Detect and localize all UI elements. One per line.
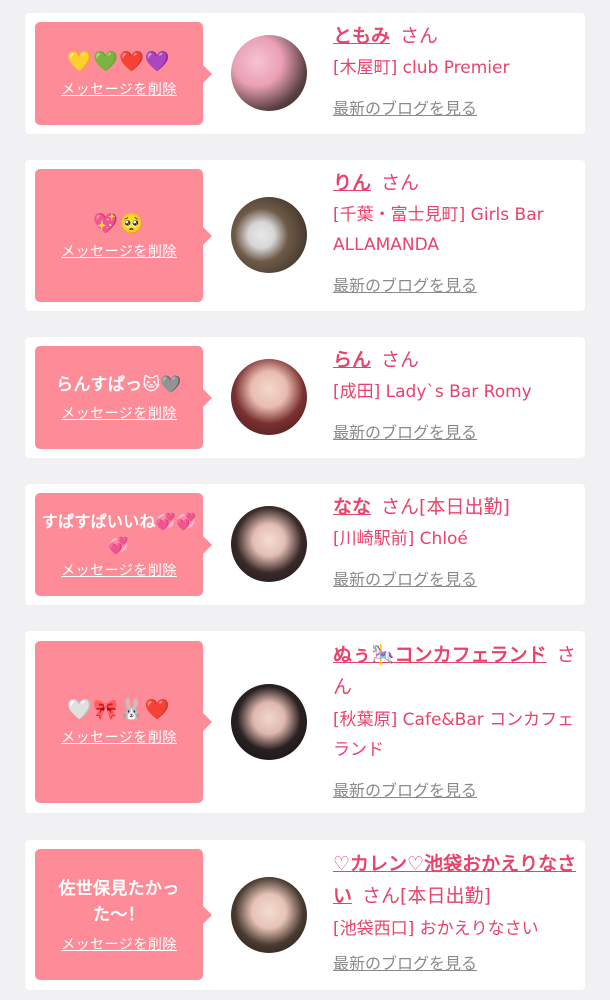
shop-name: [成田] Lady`s Bar Romy — [333, 382, 532, 402]
avatar[interactable] — [231, 684, 307, 760]
card-info: りん さん [千葉・富士見町] Girls Bar ALLAMANDA 最新のブロ… — [333, 168, 578, 296]
honorific: さん — [362, 885, 401, 907]
message-text: 💛💚❤️💜 — [67, 48, 171, 73]
name-line: なな さん[本日出勤] — [333, 492, 578, 522]
honorific: さん — [381, 172, 420, 194]
shop-name: [川崎駅前] Chloé — [333, 529, 468, 549]
message-text: らんすぱっ🐱🩶 — [56, 374, 182, 395]
message-bubble: 🤍🎀🐰❤️ メッセージを削除 — [35, 641, 212, 803]
message-card: 佐世保見たかった〜！ メッセージを削除 ♡カレン♡池袋おかえりなさい さん[本日出… — [25, 840, 585, 990]
latest-blog-link[interactable]: 最新のブログを見る — [333, 777, 477, 801]
status-text: [本日出勤] — [419, 496, 510, 518]
delete-message-button[interactable]: メッセージを削除 — [61, 560, 177, 580]
card-info: なな さん[本日出勤] [川崎駅前] Chloé 最新のブログを見る — [333, 492, 578, 590]
card-info: ♡カレン♡池袋おかえりなさい さん[本日出勤] [池袋西口] おかえりなさい 最新… — [333, 848, 578, 974]
honorific: さん — [400, 25, 439, 47]
girl-name-link[interactable]: ともみ — [333, 25, 390, 47]
latest-blog-link[interactable]: 最新のブログを見る — [333, 272, 477, 296]
shop-name: [池袋西口] おかえりなさい — [333, 919, 539, 939]
delete-message-button[interactable]: メッセージを削除 — [61, 241, 177, 261]
message-text: すぱすぱいいね💞💞💞 — [41, 511, 197, 555]
shop-name: [秋葉原] Cafe&Bar コンカフェランド — [333, 710, 575, 760]
name-line: りん さん — [333, 168, 578, 198]
delete-message-button[interactable]: メッセージを削除 — [61, 403, 177, 423]
status-text: [本日出勤] — [400, 885, 491, 907]
message-text: 🤍🎀🐰❤️ — [67, 697, 171, 721]
latest-blog-link[interactable]: 最新のブログを見る — [333, 419, 477, 443]
message-card: 💖🥺 メッセージを削除 りん さん [千葉・富士見町] Girls Bar ALL… — [25, 160, 585, 311]
message-card: すぱすぱいいね💞💞💞 メッセージを削除 なな さん[本日出勤] [川崎駅前] Ch… — [25, 484, 585, 605]
latest-blog-link[interactable]: 最新のブログを見る — [333, 950, 477, 974]
card-info: ともみ さん [木屋町] club Premier 最新のブログを見る — [333, 21, 578, 119]
card-info: らん さん [成田] Lady`s Bar Romy 最新のブログを見る — [333, 345, 578, 443]
message-text: 佐世保見たかった〜！ — [58, 878, 180, 925]
card-info: ぬぅ🎠コンカフェランド さん [秋葉原] Cafe&Bar コンカフェランド 最新… — [333, 639, 578, 801]
girl-name-link[interactable]: なな — [333, 496, 371, 518]
message-text: 💖🥺 — [93, 210, 145, 235]
avatar[interactable] — [231, 506, 307, 582]
girl-name-link[interactable]: りん — [333, 172, 371, 194]
delete-message-button[interactable]: メッセージを削除 — [61, 79, 177, 99]
shop-name: [千葉・富士見町] Girls Bar ALLAMANDA — [333, 205, 544, 255]
avatar[interactable] — [231, 877, 307, 953]
honorific: さん — [381, 496, 420, 518]
message-bubble: すぱすぱいいね💞💞💞 メッセージを削除 — [35, 493, 212, 596]
avatar[interactable] — [231, 35, 307, 111]
girl-name-link[interactable]: ぬぅ🎠コンカフェランド — [333, 644, 547, 666]
avatar[interactable] — [231, 359, 307, 435]
message-bubble: 佐世保見たかった〜！ メッセージを削除 — [35, 849, 212, 980]
message-card: 💛💚❤️💜 メッセージを削除 ともみ さん [木屋町] club Premier … — [25, 13, 585, 134]
message-card: らんすぱっ🐱🩶 メッセージを削除 らん さん [成田] Lady`s Bar Ro… — [25, 337, 585, 458]
latest-blog-link[interactable]: 最新のブログを見る — [333, 95, 477, 119]
name-line: ♡カレン♡池袋おかえりなさい さん[本日出勤] — [333, 848, 578, 912]
name-line: ともみ さん — [333, 21, 578, 51]
message-card: 🤍🎀🐰❤️ メッセージを削除 ぬぅ🎠コンカフェランド さん [秋葉原] Cafe&… — [25, 631, 585, 813]
message-bubble: 💛💚❤️💜 メッセージを削除 — [35, 22, 212, 125]
honorific: さん — [381, 349, 420, 371]
shop-name: [木屋町] club Premier — [333, 58, 510, 78]
girl-name-link[interactable]: らん — [333, 349, 371, 371]
avatar[interactable] — [231, 197, 307, 273]
latest-blog-link[interactable]: 最新のブログを見る — [333, 566, 477, 590]
name-line: ぬぅ🎠コンカフェランド さん — [333, 639, 578, 703]
delete-message-button[interactable]: メッセージを削除 — [61, 934, 177, 954]
delete-message-button[interactable]: メッセージを削除 — [61, 727, 177, 747]
message-bubble: 💖🥺 メッセージを削除 — [35, 169, 212, 302]
message-bubble: らんすぱっ🐱🩶 メッセージを削除 — [35, 346, 212, 449]
name-line: らん さん — [333, 345, 578, 375]
